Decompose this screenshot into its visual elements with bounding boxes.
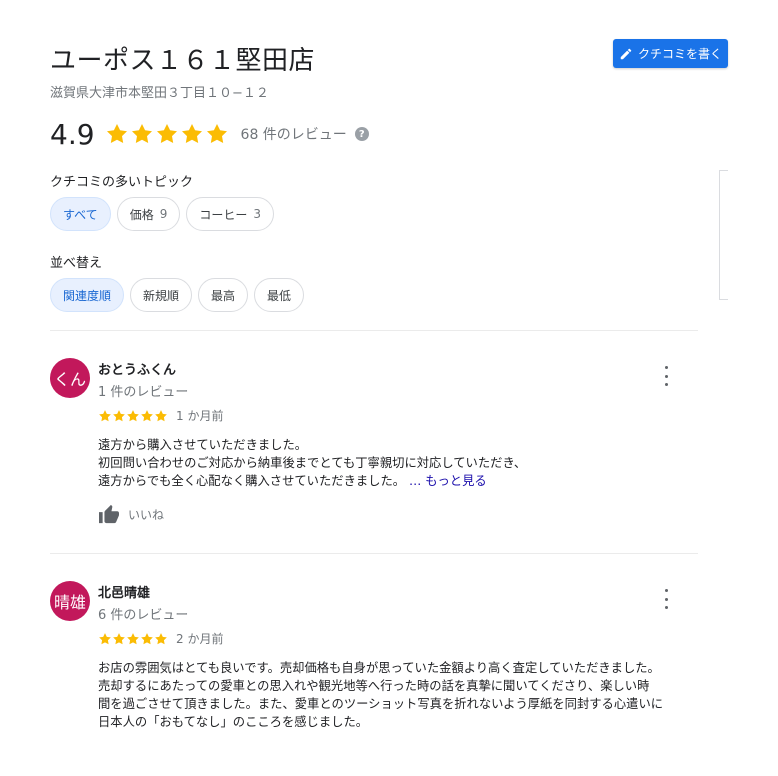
star-icon	[131, 124, 152, 144]
review-text: 遠方から購入させていただきました。 初回問い合わせのご対応から納車後までとても丁…	[98, 436, 708, 490]
topic-chip-all[interactable]: すべて	[50, 197, 111, 231]
more-options-button[interactable]	[660, 589, 672, 609]
reviewer-name[interactable]: 北邑晴雄	[98, 582, 150, 601]
star-icon	[127, 409, 139, 421]
review-line: お店の雰囲気はとても良いです。売却価格も自身が思っていた金額より高く査定していた…	[98, 661, 660, 675]
reviewer-review-count: 6 件のレビュー	[98, 608, 189, 623]
show-more-link[interactable]: … もっと見る	[409, 474, 487, 488]
star-icon	[113, 632, 125, 644]
star-icon	[106, 124, 127, 144]
topic-chip-price[interactable]: 価格 9	[116, 197, 181, 231]
divider	[50, 330, 698, 331]
review-line: 遠方から購入させていただきました。	[98, 438, 308, 452]
write-review-label: クチコミを書く	[637, 47, 722, 61]
review-line: 間を過ごさせて頂きました。また、愛車とのツーショット写真を折れないよう厚紙を同封…	[98, 697, 664, 711]
star-icon	[113, 409, 125, 421]
review-line: 売却するにあたっての愛車との思入れや観光地等へ行った時の話を真摯に聞いてくださり…	[98, 679, 650, 693]
sort-chip-highest[interactable]: 最高	[198, 278, 249, 312]
star-icon	[155, 632, 167, 644]
sort-label: 並べ替え	[50, 256, 103, 271]
review-line: 初回問い合わせのご対応から納車後までとても丁寧親切に対応していただき、	[98, 456, 527, 470]
like-label: いいね	[128, 507, 165, 522]
side-panel-edge	[719, 170, 728, 300]
write-review-button[interactable]: クチコミを書く	[613, 39, 728, 68]
star-icon	[155, 409, 167, 421]
pencil-icon	[620, 48, 632, 59]
sort-chip-relevance[interactable]: 関連度順	[50, 278, 125, 312]
help-icon[interactable]: ?	[354, 127, 369, 141]
thumbs-up-icon	[99, 504, 119, 524]
topic-chip-coffee[interactable]: コーヒー 3	[186, 197, 274, 231]
sort-chips: 関連度順 新規順 最高 最低	[50, 278, 305, 312]
review-line-last: 遠方からでも全く心配なく購入させていただきました。 … もっと見る	[98, 474, 487, 488]
star-icon	[141, 409, 153, 421]
place-address: 滋賀県大津市本堅田３丁目１０−１２	[50, 86, 269, 101]
rating-summary: 4.9 68 件のレビュー ?	[50, 116, 369, 152]
rating-stars	[105, 122, 229, 146]
star-icon	[99, 632, 111, 644]
like-button[interactable]: いいね	[98, 504, 164, 524]
star-icon	[206, 124, 227, 144]
star-icon	[99, 409, 111, 421]
review-date: 2 か月前	[176, 632, 224, 646]
reviewer-name[interactable]: おとうふくん	[98, 359, 176, 378]
sort-chip-newest[interactable]: 新規順	[130, 278, 193, 312]
reviewer-avatar[interactable]: くん	[50, 358, 90, 398]
review-line: 日本人の「おもてなし」のこころを感じました。	[98, 715, 369, 729]
review-count[interactable]: 68 件のレビュー	[241, 124, 347, 144]
star-icon	[156, 124, 177, 144]
review-text: お店の雰囲気はとても良いです。売却価格も自身が思っていた金額より高く査定していた…	[98, 659, 708, 731]
reviewer-review-count: 1 件のレビュー	[98, 385, 189, 400]
star-icon	[181, 124, 202, 144]
review-stars: 2 か月前	[98, 630, 223, 647]
review-stars: 1 か月前	[98, 407, 223, 424]
star-icon	[127, 632, 139, 644]
review-date: 1 か月前	[176, 409, 224, 423]
topic-chips: すべて 価格 9 コーヒー 3	[50, 197, 274, 231]
more-options-button[interactable]	[660, 366, 672, 386]
place-title: ユーポス１６１堅田店	[50, 46, 316, 76]
reviewer-avatar[interactable]: 晴雄	[50, 581, 90, 621]
star-icon	[141, 632, 153, 644]
sort-chip-lowest[interactable]: 最低	[254, 278, 305, 312]
topics-label: クチコミの多いトピック	[50, 175, 194, 190]
rating-value: 4.9	[50, 117, 95, 151]
divider	[50, 553, 698, 554]
